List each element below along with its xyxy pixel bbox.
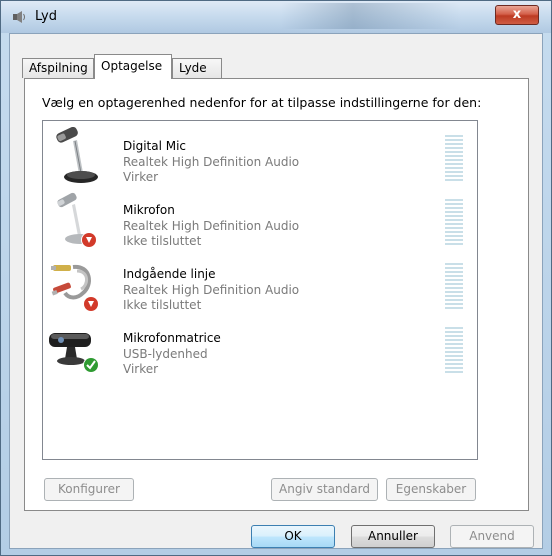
level-meter [445, 199, 463, 247]
level-meter [445, 263, 463, 311]
tab-recording[interactable]: Optagelse [94, 54, 172, 79]
level-meter [445, 327, 463, 375]
title-bar[interactable]: Lyd x [1, 1, 551, 33]
device-name: Digital Mic [123, 139, 187, 153]
device-name: Mikrofon [123, 203, 175, 217]
device-status: Virker [123, 170, 159, 184]
tab-sounds[interactable]: Lyde [172, 58, 222, 78]
device-item-line-in[interactable]: Indgående linje Realtek High Definition … [43, 253, 477, 317]
device-item-digital-mic[interactable]: Digital Mic Realtek High Definition Audi… [43, 125, 477, 189]
set-default-button[interactable]: Angiv standard [271, 478, 378, 501]
level-meter [445, 135, 463, 183]
device-status: Ikke tilsluttet [123, 298, 202, 312]
device-driver: Realtek High Definition Audio [123, 283, 300, 297]
close-button[interactable]: x [495, 5, 539, 25]
device-status: Virker [123, 362, 159, 376]
configure-button[interactable]: Konfigurer [44, 478, 134, 501]
device-name: Indgående linje [123, 267, 216, 281]
webcam-microphone-array-icon [49, 333, 99, 373]
speaker-icon [13, 11, 25, 23]
properties-button[interactable]: Egenskaber [386, 478, 476, 501]
device-driver: Realtek High Definition Audio [123, 219, 300, 233]
device-name: Mikrofonmatrice [123, 331, 221, 345]
device-item-mikrofon[interactable]: Mikrofon Realtek High Definition Audio I… [43, 189, 477, 253]
device-driver: Realtek High Definition Audio [123, 155, 300, 169]
ok-button[interactable]: OK [251, 525, 335, 548]
device-item-mic-array[interactable]: Mikrofonmatrice USB-lydenhed Virker [43, 317, 477, 381]
close-icon: x [512, 7, 522, 22]
tab-playback[interactable]: Afspilning [22, 58, 94, 78]
title-bar-reflection [281, 3, 461, 29]
device-list[interactable]: Digital Mic Realtek High Definition Audi… [42, 120, 478, 460]
desk-microphone-icon [56, 127, 98, 183]
window-title: Lyd [35, 9, 57, 24]
device-driver: USB-lydenhed [123, 347, 208, 361]
apply-button[interactable]: Anvend [450, 525, 534, 548]
cancel-button[interactable]: Annuller [351, 525, 435, 548]
microphone-icon [57, 192, 97, 248]
rca-cable-icon [51, 264, 99, 312]
instruction-text: Vælg en optagerenhed nedenfor for at til… [42, 95, 482, 110]
device-status: Ikke tilsluttet [123, 234, 202, 248]
